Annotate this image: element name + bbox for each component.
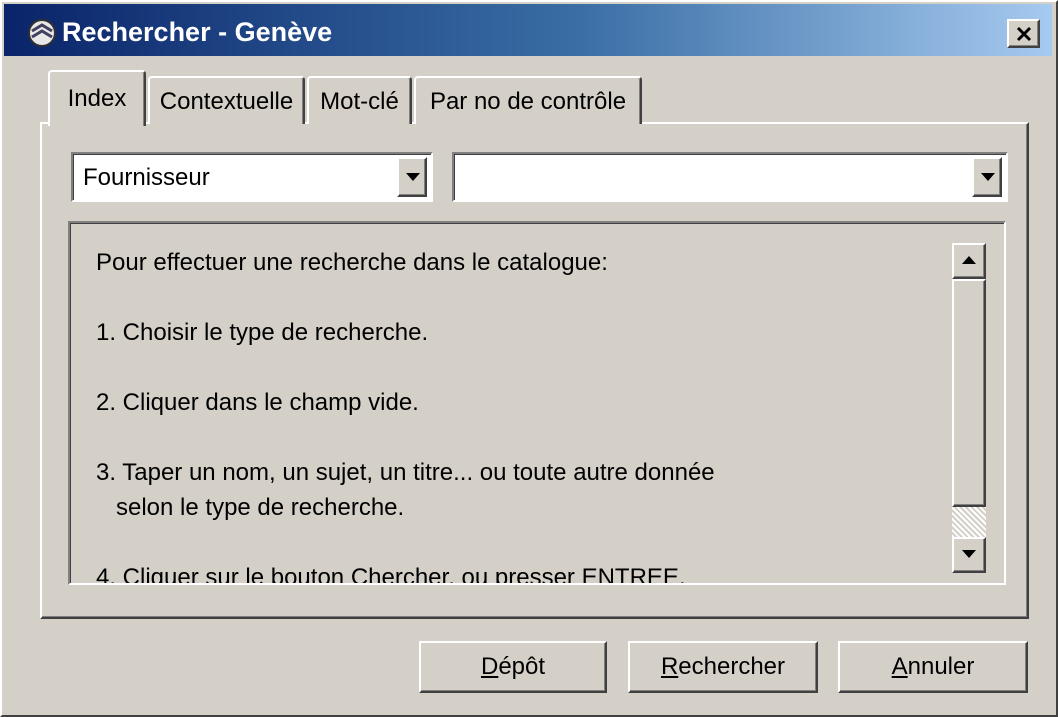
tab-mot-cle-label: Mot-clé	[320, 88, 399, 115]
search-value-dropdown-button[interactable]	[972, 157, 1002, 197]
annuler-label: nnuler	[907, 653, 975, 680]
search-value-combo[interactable]	[452, 152, 1008, 202]
instructions-step-3-line-2: selon le type de recherche.	[96, 494, 405, 521]
tab-par-no-de-controle-label: Par no de contrôle	[429, 88, 627, 115]
scrollbar-track[interactable]	[952, 507, 986, 537]
search-type-value: Fournisseur	[83, 164, 210, 191]
search-type-dropdown-button[interactable]	[397, 157, 427, 197]
rechercher-button[interactable]: Rechercher	[628, 641, 818, 693]
search-catalog-icon	[26, 17, 58, 49]
scroll-down-button[interactable]	[952, 537, 986, 573]
tab-par-no-de-controle[interactable]: Par no de contrôle	[414, 76, 642, 124]
instructions-step-2: 2. Cliquer dans le champ vide.	[96, 389, 419, 416]
annuler-button[interactable]: Annuler	[838, 641, 1028, 693]
chevron-down-icon	[406, 173, 420, 181]
scroll-up-button[interactable]	[952, 243, 986, 279]
depot-accelerator: D	[480, 653, 499, 680]
tab-contextuelle-label: Contextuelle	[159, 88, 294, 115]
instructions-scrollbar[interactable]	[952, 243, 986, 573]
chevron-up-icon	[962, 256, 976, 264]
close-button[interactable]	[1007, 19, 1040, 48]
instructions-text: Pour effectuer une recherche dans le cat…	[96, 245, 936, 585]
window-title: Rechercher - Genève	[62, 17, 333, 47]
rechercher-accelerator: R	[660, 653, 679, 680]
tab-contextuelle[interactable]: Contextuelle	[148, 76, 305, 124]
depot-button[interactable]: Dépôt	[419, 641, 607, 693]
scrollbar-thumb[interactable]	[952, 279, 986, 507]
search-type-select[interactable]: Fournisseur	[71, 152, 433, 202]
tab-index-label: Index	[67, 85, 127, 112]
depot-label: épôt	[498, 653, 546, 680]
instructions-box: Pour effectuer une recherche dans le cat…	[68, 221, 1006, 585]
rechercher-label: echercher	[678, 653, 786, 680]
chevron-down-icon	[981, 173, 995, 181]
tab-mot-cle[interactable]: Mot-clé	[307, 76, 412, 124]
annuler-accelerator: A	[891, 653, 908, 680]
instructions-step-4: 4. Cliquer sur le bouton Chercher, ou pr…	[96, 564, 686, 585]
instructions-step-1: 1. Choisir le type de recherche.	[96, 319, 429, 346]
instructions-heading: Pour effectuer une recherche dans le cat…	[96, 249, 608, 276]
close-icon	[1016, 26, 1032, 42]
chevron-down-icon	[962, 550, 976, 558]
tab-index[interactable]: Index	[48, 70, 146, 126]
instructions-step-3-line-1: 3. Taper un nom, un sujet, un titre... o…	[96, 459, 715, 486]
